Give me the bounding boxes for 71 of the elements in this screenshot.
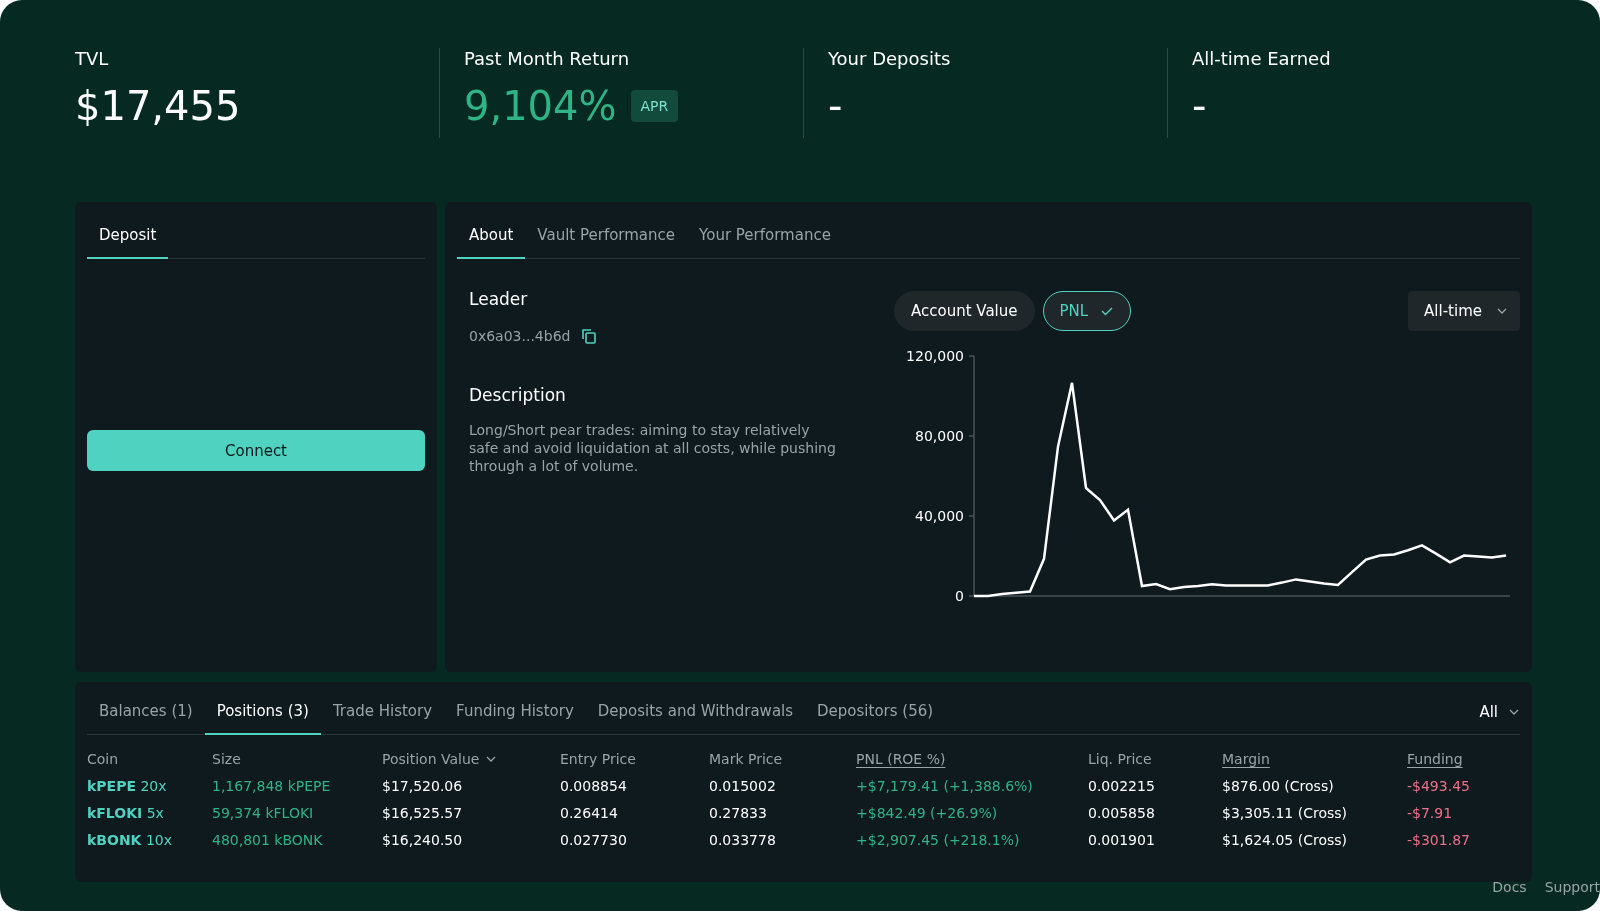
tab[interactable]: Funding History (444, 702, 586, 735)
table-cell-text: -$7.91 (1407, 805, 1454, 821)
range-dropdown[interactable]: All-time (1408, 291, 1520, 331)
column-header[interactable]: Position Value (382, 751, 560, 767)
footer-link[interactable]: Docs (1492, 879, 1527, 895)
table-cell-text: 0.26414 (560, 805, 619, 821)
tab[interactable]: Vault Performance (525, 226, 688, 259)
stat-label: Your Deposits (828, 48, 952, 69)
table-cell-text: 0.001901 (1088, 832, 1156, 848)
copy-icon[interactable] (580, 327, 599, 345)
column-header: Coin (87, 751, 120, 767)
table-cell-text: 0.033778 (709, 832, 777, 848)
table-cell-text: $16,525.57 (382, 805, 464, 821)
table-cell-text: 0.005858 (1088, 805, 1156, 821)
table-cell-text: $17,520.06 (382, 778, 464, 794)
chart-toggle[interactable]: PNL (1042, 291, 1132, 331)
stat-value: - (828, 83, 843, 129)
column-header: Mark Price (709, 751, 784, 767)
description-text: Long/Short pear trades: aiming to stay relatively safe and avoid liquidation at all costs, while pushing through a lot of volume. (469, 421, 837, 475)
tab[interactable]: Deposits and Withdrawals (585, 702, 806, 735)
leader-address: 0x6a03...4b6d (469, 328, 571, 344)
stat-label: TVL (75, 48, 110, 69)
tab[interactable]: Balances (1) (87, 702, 205, 735)
stat-label: Past Month Return (464, 48, 631, 69)
apr-badge: APR (630, 90, 679, 122)
coin-cell-text: kPEPE 20x (87, 778, 168, 794)
tab[interactable]: Positions (3) (204, 702, 321, 735)
table-cell-text: -$493.45 (1407, 778, 1471, 794)
stat-value: 9,104% (464, 83, 617, 129)
table-cell-text: $3,305.11 (Cross) (1222, 805, 1348, 821)
tab[interactable]: Trade History (320, 702, 445, 735)
table-cell-text: 0.008854 (560, 778, 628, 794)
table-cell-text: 0.27833 (709, 805, 768, 821)
column-header: PNL (ROE %) (856, 751, 947, 767)
column-header: Liq. Price (1088, 751, 1153, 767)
column-header: Margin (1222, 751, 1271, 767)
table-cell-text: +$2,907.45 (+218.1%) (856, 832, 1021, 848)
axis-tick-label: 40,000 (915, 508, 964, 524)
table-cell-text: $1,624.05 (Cross) (1222, 832, 1348, 848)
tab[interactable]: About (457, 226, 526, 259)
table-cell-text: 1,167,848 kPEPE (212, 778, 332, 794)
coin-cell-text: kBONK 10x (87, 832, 173, 848)
section-heading: Leader (469, 289, 529, 309)
stat-value: - (1192, 83, 1207, 129)
tab[interactable]: Deposit (87, 226, 169, 259)
axis-tick-label: 80,000 (915, 428, 964, 444)
table-cell-text: 59,374 kFLOKI (212, 805, 315, 821)
connect-button[interactable]: Connect (87, 430, 425, 471)
table-cell-text: $16,240.50 (382, 832, 464, 848)
column-header: Entry Price (560, 751, 637, 767)
table-cell-text: 0.002215 (1088, 778, 1156, 794)
table-cell-text: $876.00 (Cross) (1222, 778, 1335, 794)
column-header: Funding (1407, 751, 1464, 767)
stat-label: All-time Earned (1192, 48, 1332, 69)
tab[interactable]: Depositors (56) (805, 702, 946, 735)
axis-tick-label: 120,000 (906, 348, 964, 364)
filter-dropdown[interactable]: All (1479, 703, 1520, 734)
table-cell-text: -$301.87 (1407, 832, 1471, 848)
table-cell-text: 0.027730 (560, 832, 628, 848)
axis-tick-label: 0 (955, 588, 964, 604)
coin-cell-text: kFLOKI 5x (87, 805, 165, 821)
table-cell-text: +$7,179.41 (+1,388.6%) (856, 778, 1034, 794)
column-header: Size (212, 751, 242, 767)
table-cell-text: 0.015002 (709, 778, 777, 794)
table-cell-text: +$842.49 (+26.9%) (856, 805, 999, 821)
tab[interactable]: Your Performance (687, 226, 843, 259)
stat-value: $17,455 (75, 83, 241, 129)
table-cell-text: 480,801 kBONK (212, 832, 324, 848)
footer-link[interactable]: Support (1544, 879, 1600, 895)
section-heading: Description (469, 385, 567, 405)
chart-toggle[interactable]: Account Value (894, 291, 1035, 331)
